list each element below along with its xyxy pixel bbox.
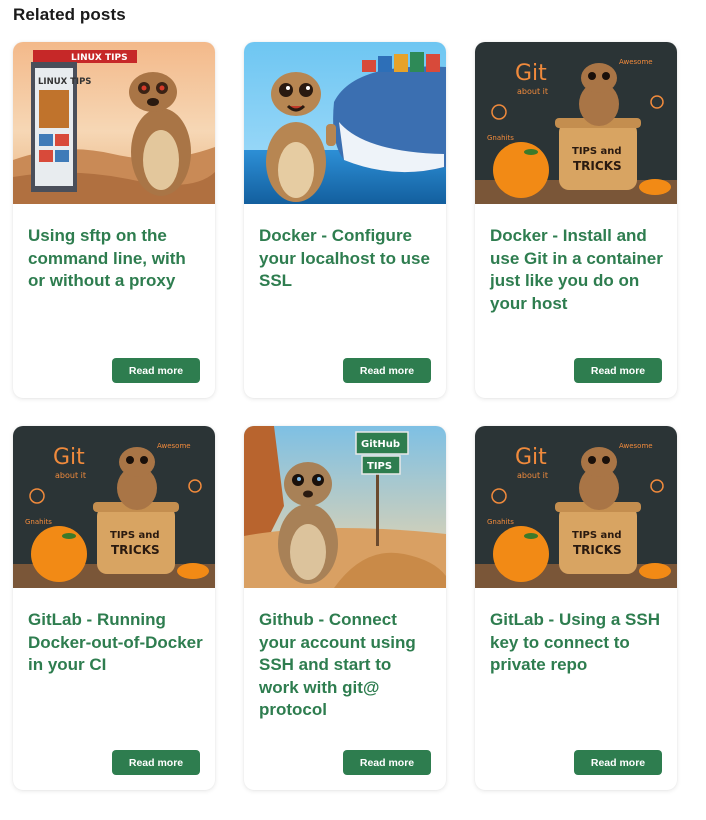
svg-text:Awesome: Awesome xyxy=(619,58,653,66)
svg-text:Git: Git xyxy=(515,61,547,86)
post-card[interactable]: LINUX TIPS LINUX TIPS Using sftp on the … xyxy=(13,42,215,398)
svg-text:Gnahits: Gnahits xyxy=(487,134,514,142)
post-image-git-jar[interactable]: Git about it Awesome Gnahits TIPS and TR… xyxy=(475,42,677,204)
post-title[interactable]: Using sftp on the command line, with or … xyxy=(28,225,203,293)
svg-text:Git: Git xyxy=(515,445,547,470)
svg-text:TRICKS: TRICKS xyxy=(573,543,622,557)
post-title[interactable]: GitLab - Using a SSH key to connect to p… xyxy=(490,609,665,677)
svg-text:GitHub: GitHub xyxy=(361,439,400,450)
svg-text:LINUX TIPS: LINUX TIPS xyxy=(38,77,91,87)
svg-text:LINUX TIPS: LINUX TIPS xyxy=(71,53,128,63)
svg-text:Git: Git xyxy=(53,445,85,470)
read-more-button[interactable]: Read more xyxy=(112,358,200,383)
related-posts-grid: LINUX TIPS LINUX TIPS Using sftp on the … xyxy=(13,42,677,790)
svg-text:about it: about it xyxy=(517,87,548,96)
post-card[interactable]: Docker - Configure your localhost to use… xyxy=(244,42,446,398)
svg-text:TIPS and: TIPS and xyxy=(572,146,622,157)
read-more-button[interactable]: Read more xyxy=(112,750,200,775)
post-image-docker-whale[interactable] xyxy=(244,42,446,204)
svg-text:Awesome: Awesome xyxy=(619,442,653,450)
svg-text:Gnahits: Gnahits xyxy=(487,518,514,526)
svg-text:Awesome: Awesome xyxy=(157,442,191,450)
read-more-button[interactable]: Read more xyxy=(574,358,662,383)
svg-text:TIPS: TIPS xyxy=(367,461,392,472)
read-more-button[interactable]: Read more xyxy=(343,358,431,383)
post-card[interactable]: Git about it Awesome Gnahits TIPS and TR… xyxy=(13,426,215,790)
post-title[interactable]: Docker - Install and use Git in a contai… xyxy=(490,225,665,315)
post-image-github-tips[interactable]: GitHub TIPS xyxy=(244,426,446,588)
section-title: Related posts xyxy=(13,5,126,24)
svg-text:TRICKS: TRICKS xyxy=(111,543,160,557)
read-more-button[interactable]: Read more xyxy=(343,750,431,775)
svg-text:TIPS and: TIPS and xyxy=(572,530,622,541)
post-image-git-jar[interactable]: Git about it Awesome Gnahits TIPS and TR… xyxy=(13,426,215,588)
post-card[interactable]: Git about it Awesome Gnahits TIPS and TR… xyxy=(475,42,677,398)
post-image-git-jar[interactable]: Git about it Awesome Gnahits TIPS and TR… xyxy=(475,426,677,588)
svg-text:TRICKS: TRICKS xyxy=(573,159,622,173)
svg-text:Gnahits: Gnahits xyxy=(25,518,52,526)
post-image-linux-tips[interactable]: LINUX TIPS LINUX TIPS xyxy=(13,42,215,204)
post-title[interactable]: GitLab - Running Docker-out-of-Docker in… xyxy=(28,609,203,677)
post-title[interactable]: Github - Connect your account using SSH … xyxy=(259,609,434,722)
post-card[interactable]: Git about it Awesome Gnahits TIPS and TR… xyxy=(475,426,677,790)
svg-text:TIPS and: TIPS and xyxy=(110,530,160,541)
post-card[interactable]: GitHub TIPS Github - Connect your accoun… xyxy=(244,426,446,790)
svg-text:about it: about it xyxy=(517,471,548,480)
svg-text:about it: about it xyxy=(55,471,86,480)
read-more-button[interactable]: Read more xyxy=(574,750,662,775)
post-title[interactable]: Docker - Configure your localhost to use… xyxy=(259,225,434,293)
